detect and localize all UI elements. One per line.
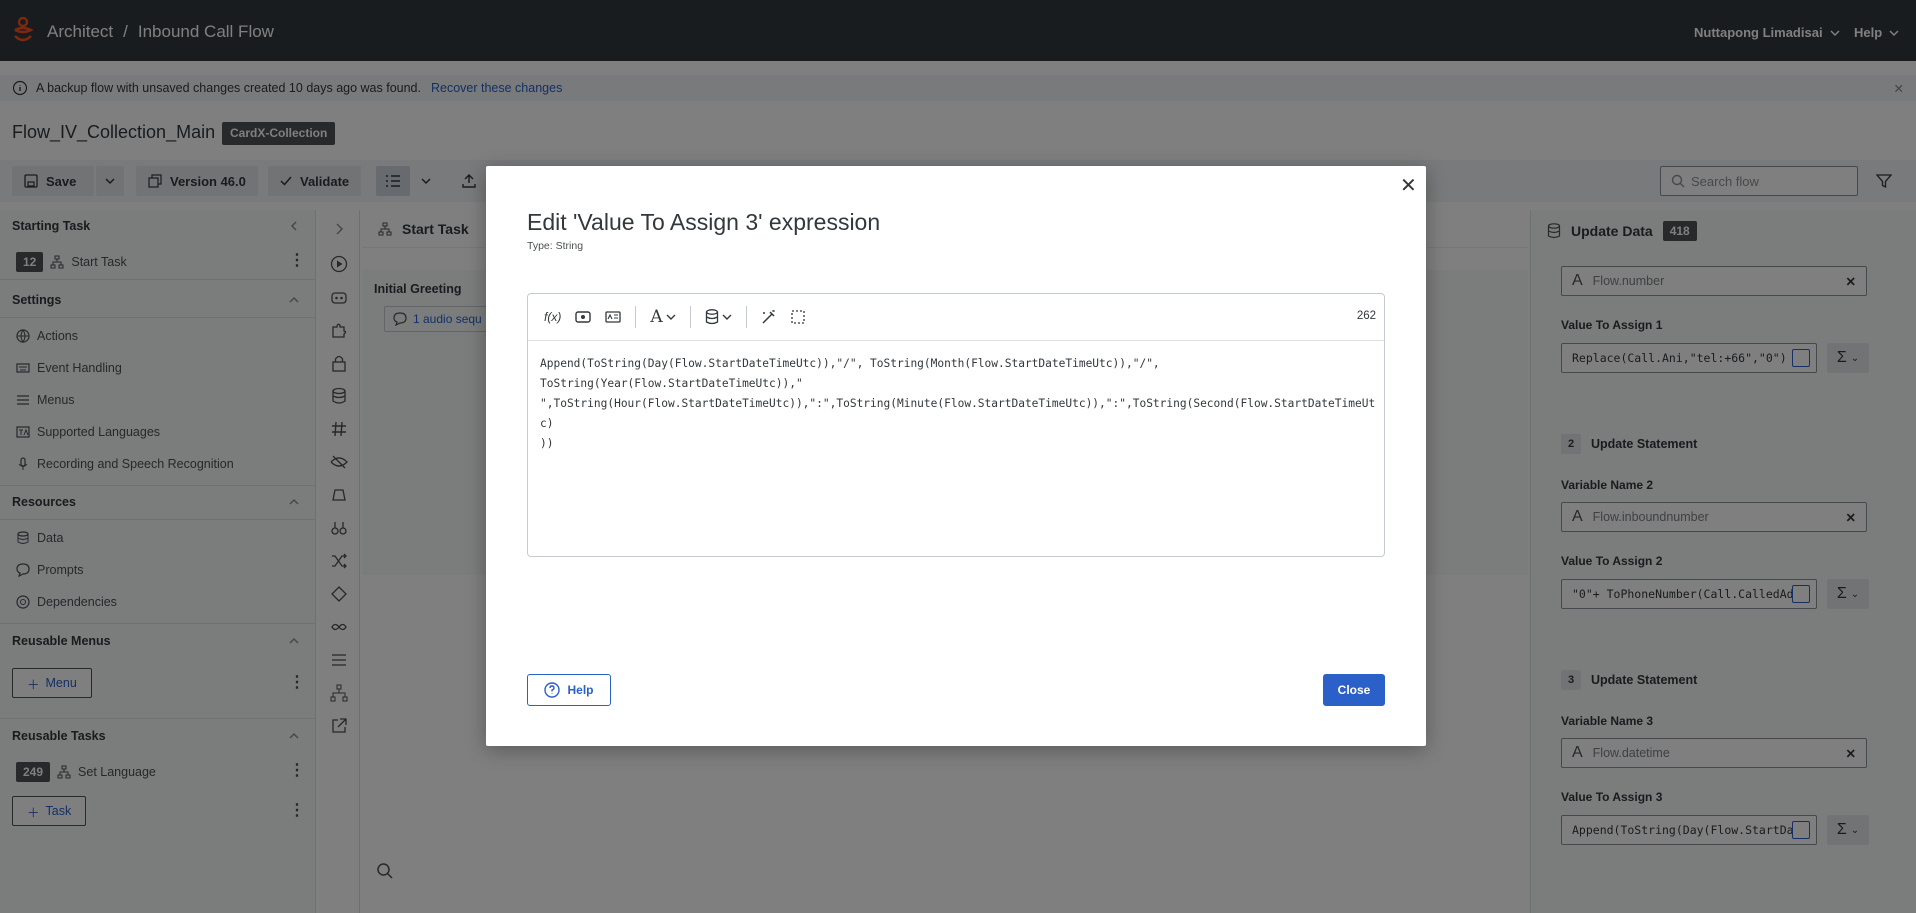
close-button[interactable]: Close (1323, 674, 1385, 706)
function-icon[interactable]: f(x) (544, 310, 561, 324)
text-type-icon: A (650, 307, 663, 327)
chevron-down-icon (666, 314, 676, 320)
data-sources-dropdown[interactable] (705, 309, 732, 325)
help-button[interactable]: Help (527, 674, 611, 706)
magic-wand-icon[interactable] (761, 309, 777, 325)
character-count: 262 (1356, 310, 1376, 322)
toolbar-separator (635, 306, 637, 328)
dialog-close-icon[interactable]: ✕ (1400, 173, 1417, 198)
expression-text-area[interactable]: Append(ToString(Day(Flow.StartDateTimeUt… (540, 354, 1376, 454)
chevron-down-icon (722, 314, 732, 320)
dialog-title: Edit 'Value To Assign 3' expression (527, 209, 881, 235)
editor-toolbar: f(x) A (528, 294, 1384, 341)
toolbar-separator (689, 306, 691, 328)
id-card-icon[interactable] (605, 311, 621, 323)
help-button-label: Help (567, 683, 594, 697)
toolbar-separator (745, 306, 747, 328)
money-icon[interactable] (575, 311, 592, 323)
select-all-icon[interactable] (790, 310, 805, 324)
question-circle-icon (544, 682, 561, 698)
expression-type: Type: String (527, 240, 584, 252)
string-functions-dropdown[interactable]: A (650, 307, 676, 327)
database-icon (705, 309, 718, 325)
expression-editor: f(x) A 262 Append(ToString(Day(Flow.Star… (527, 293, 1385, 557)
edit-expression-dialog: ✕ Edit 'Value To Assign 3' expression Ty… (486, 166, 1426, 746)
